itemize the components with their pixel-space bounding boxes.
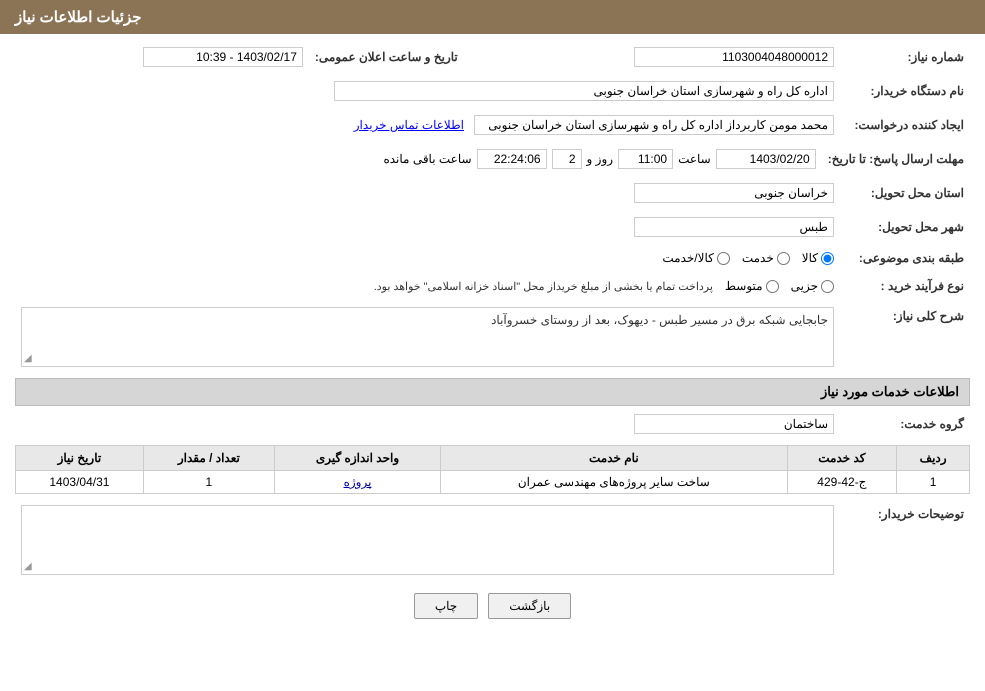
page-title: جزئیات اطلاعات نیاز	[15, 9, 142, 26]
cell-unit: پروژه	[274, 471, 440, 494]
category-label: طبقه بندی موضوعی:	[840, 248, 970, 268]
cell-name: ساخت سایر پروژه‌های مهندسی عمران	[441, 471, 787, 494]
info-table-description: شرح کلی نیاز: جابجایی شبکه برق در مسیر ط…	[15, 304, 970, 370]
description-label: شرح کلی نیاز:	[840, 304, 970, 370]
city-label: شهر محل تحویل:	[840, 214, 970, 240]
purchase-mottavasset-label: متوسط	[725, 279, 763, 293]
province-value: خراسان جنوبی	[634, 183, 834, 203]
description-value: جابجایی شبکه برق در مسیر طبس - دیهوک، بع…	[491, 313, 828, 327]
col-name: نام خدمت	[441, 446, 787, 471]
deadline-date: 1403/02/20	[716, 149, 816, 169]
services-section-header: اطلاعات خدمات مورد نیاز	[15, 378, 970, 406]
cell-date: 1403/04/31	[16, 471, 144, 494]
info-table-purchase-type: نوع فرآیند خرید : جزیی متوسط پرداخت تمام…	[15, 276, 970, 296]
print-button[interactable]: چاپ	[414, 593, 478, 619]
col-row: ردیف	[897, 446, 970, 471]
col-unit: واحد اندازه گیری	[274, 446, 440, 471]
info-table-category: طبقه بندی موضوعی: کالا خدمت	[15, 248, 970, 268]
service-group-label: گروه خدمت:	[840, 411, 970, 437]
deadline-days: 2	[552, 149, 582, 169]
info-table-service-group: گروه خدمت: ساختمان	[15, 411, 970, 437]
category-khadamat-label: خدمت	[742, 251, 774, 265]
announce-date-label: تاریخ و ساعت اعلان عمومی:	[309, 44, 478, 70]
province-label: استان محل تحویل:	[840, 180, 970, 206]
col-qty: تعداد / مقدار	[143, 446, 274, 471]
purchase-jozyi[interactable]: جزیی	[791, 279, 834, 293]
info-table-deadline: مهلت ارسال پاسخ: تا تاریخ: 1403/02/20 سا…	[15, 146, 970, 172]
description-box: جابجایی شبکه برق در مسیر طبس - دیهوک، بع…	[21, 307, 834, 367]
need-number-value: 1103004048000012	[634, 47, 834, 67]
category-kala-label: کالا	[802, 251, 818, 265]
category-khadamat[interactable]: خدمت	[742, 251, 790, 265]
cell-code: ج-42-429	[787, 471, 897, 494]
purchase-type-label: نوع فرآیند خرید :	[840, 276, 970, 296]
category-kala-khadamat[interactable]: کالا/خدمت	[662, 251, 729, 265]
info-table-city: شهر محل تحویل: طبس	[15, 214, 970, 240]
category-kala-khadamat-label: کالا/خدمت	[662, 251, 713, 265]
info-table-buyer: نام دستگاه خریدار: اداره کل راه و شهرساز…	[15, 78, 970, 104]
announce-date-value: 1403/02/17 - 10:39	[143, 47, 303, 67]
purchase-jozyi-radio[interactable]	[821, 280, 834, 293]
creator-value: محمد مومن کاربرداز اداره کل راه و شهرساز…	[474, 115, 834, 135]
buyer-org-label: نام دستگاه خریدار:	[840, 78, 970, 104]
category-khadamat-radio[interactable]	[777, 252, 790, 265]
category-kala[interactable]: کالا	[802, 251, 834, 265]
page-header: جزئیات اطلاعات نیاز	[0, 0, 985, 34]
deadline-remaining: 22:24:06	[477, 149, 547, 169]
services-table: ردیف کد خدمت نام خدمت واحد اندازه گیری ت…	[15, 445, 970, 494]
info-table-top: شماره نیاز: 1103004048000012 تاریخ و ساع…	[15, 44, 970, 70]
contact-link[interactable]: اطلاعات تماس خریدار	[354, 118, 464, 132]
col-code: کد خدمت	[787, 446, 897, 471]
deadline-label: مهلت ارسال پاسخ: تا تاریخ:	[822, 146, 970, 172]
purchase-jozyi-label: جزیی	[791, 279, 818, 293]
service-group-value: ساختمان	[634, 414, 834, 434]
purchase-mottavasset[interactable]: متوسط	[725, 279, 779, 293]
table-row: 1 ج-42-429 ساخت سایر پروژه‌های مهندسی عم…	[16, 471, 970, 494]
buyer-org-value: اداره کل راه و شهرسازی استان خراسان جنوب…	[334, 81, 834, 101]
need-number-label: شماره نیاز:	[840, 44, 970, 70]
cell-qty: 1	[143, 471, 274, 494]
cell-row: 1	[897, 471, 970, 494]
content-area: شماره نیاز: 1103004048000012 تاریخ و ساع…	[0, 34, 985, 629]
deadline-days-label: روز و	[587, 152, 614, 166]
button-row: بازگشت چاپ	[15, 593, 970, 619]
buyer-notes-label: توضیحات خریدار:	[840, 502, 970, 578]
purchase-note: پرداخت تمام یا بخشی از مبلغ خریداز محل "…	[374, 280, 713, 293]
info-table-creator: ایجاد کننده درخواست: محمد مومن کاربرداز …	[15, 112, 970, 138]
back-button[interactable]: بازگشت	[488, 593, 571, 619]
info-table-buyer-notes: توضیحات خریدار: ◢	[15, 502, 970, 578]
page-container: جزئیات اطلاعات نیاز شماره نیاز: 11030040…	[0, 0, 985, 691]
resize-handle: ◢	[24, 353, 32, 364]
deadline-remaining-label: ساعت باقی مانده	[383, 152, 471, 166]
category-kala-radio[interactable]	[821, 252, 834, 265]
deadline-time: 11:00	[618, 149, 673, 169]
deadline-time-label: ساعت	[678, 152, 711, 166]
info-table-province: استان محل تحویل: خراسان جنوبی	[15, 180, 970, 206]
buyer-notes-box: ◢	[21, 505, 834, 575]
buyer-notes-resize: ◢	[24, 561, 32, 572]
city-value: طبس	[634, 217, 834, 237]
purchase-mottavasset-radio[interactable]	[766, 280, 779, 293]
col-date: تاریخ نیاز	[16, 446, 144, 471]
creator-label: ایجاد کننده درخواست:	[840, 112, 970, 138]
category-kala-khadamat-radio[interactable]	[717, 252, 730, 265]
